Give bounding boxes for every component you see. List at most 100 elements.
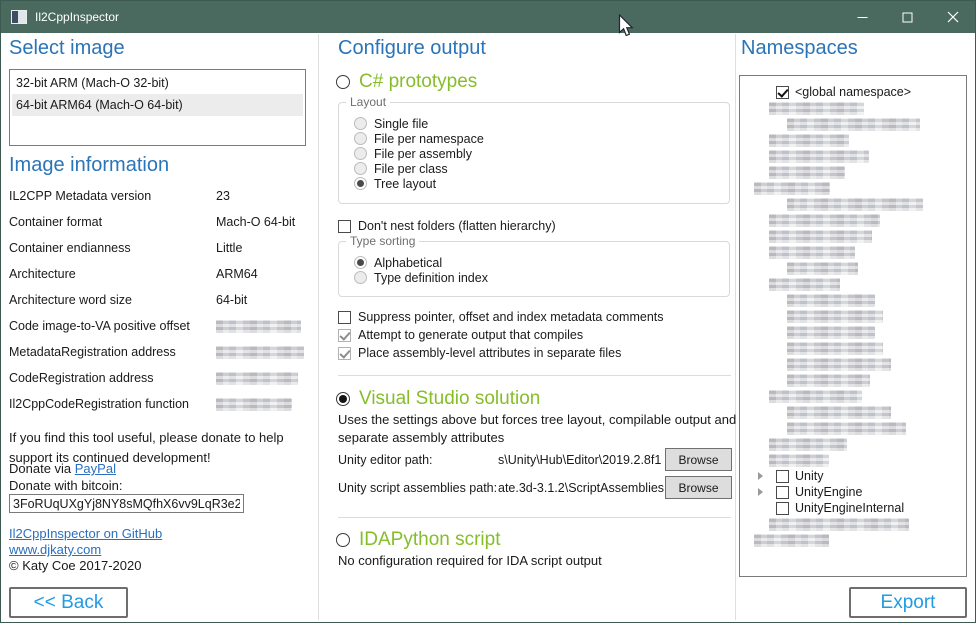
info-label: Container format <box>9 215 216 229</box>
checkbox-option[interactable]: Suppress pointer, offset and index metad… <box>338 308 664 326</box>
namespace-row[interactable] <box>740 372 966 388</box>
redacted-namespace <box>769 454 829 467</box>
namespace-row[interactable] <box>740 436 966 452</box>
image-listbox[interactable]: 32-bit ARM (Mach-O 32-bit)64-bit ARM64 (… <box>9 69 306 146</box>
redacted-namespace <box>769 246 855 259</box>
image-list-item[interactable]: 32-bit ARM (Mach-O 32-bit) <box>12 72 303 94</box>
namespace-row[interactable] <box>740 100 966 116</box>
namespace-row[interactable] <box>740 340 966 356</box>
namespace-row[interactable] <box>740 132 966 148</box>
visual-studio-option[interactable]: Visual Studio solution <box>336 388 540 410</box>
section-separator <box>338 517 731 518</box>
export-button[interactable]: Export <box>849 587 967 618</box>
namespace-row[interactable]: UnityEngineInternal <box>740 500 966 516</box>
path-row: Unity script assemblies path:ate.3d-3.1.… <box>338 476 732 499</box>
radio-option[interactable]: File per class <box>354 161 729 176</box>
browse-button[interactable]: Browse <box>665 448 732 471</box>
redacted-namespace <box>754 534 829 547</box>
namespace-row[interactable] <box>740 324 966 340</box>
namespace-row[interactable]: Unity <box>740 468 966 484</box>
namespaces-heading: Namespaces <box>741 37 858 60</box>
namespace-row[interactable]: UnityEngine <box>740 484 966 500</box>
namespace-checkbox[interactable] <box>776 470 789 483</box>
radio-option[interactable]: File per namespace <box>354 131 729 146</box>
checkbox-option[interactable]: Don't nest folders (flatten hierarchy) <box>338 217 556 235</box>
namespace-label: UnityEngineInternal <box>795 501 904 515</box>
minimize-button[interactable] <box>840 1 885 33</box>
namespace-row[interactable] <box>740 148 966 164</box>
redacted-namespace <box>787 262 858 275</box>
bitcoin-label: Donate with bitcoin: <box>9 478 122 493</box>
namespace-row[interactable] <box>740 260 966 276</box>
image-info-table: IL2CPP Metadata version23Container forma… <box>9 189 309 423</box>
radio-icon <box>354 117 367 130</box>
flatten-checkbox-container: Don't nest folders (flatten hierarchy) <box>338 217 556 235</box>
radio-icon <box>354 271 367 284</box>
bitcoin-address-input[interactable] <box>9 494 244 513</box>
checkbox-option[interactable]: Attempt to generate output that compiles <box>338 326 664 344</box>
idapython-option[interactable]: IDAPython script <box>336 529 501 551</box>
namespace-row[interactable] <box>740 516 966 532</box>
namespace-row[interactable] <box>740 116 966 132</box>
namespaces-tree[interactable]: <global namespace> UnityUnityEngineUnityE… <box>739 75 967 577</box>
redacted-namespace <box>787 198 923 211</box>
paypal-link[interactable]: PayPal <box>75 461 116 476</box>
title-bar[interactable]: Il2CppInspector <box>1 1 975 33</box>
type-sorting-options: AlphabeticalType definition index <box>339 242 729 285</box>
namespace-row[interactable] <box>740 388 966 404</box>
redacted-namespace <box>769 150 869 163</box>
redacted-namespace <box>769 230 872 243</box>
namespace-row[interactable] <box>740 308 966 324</box>
copyright-text: © Katy Coe 2017-2020 <box>9 558 141 573</box>
app-window: Il2CppInspector Select image 32-bit ARM … <box>0 0 976 623</box>
namespace-checkbox[interactable] <box>776 486 789 499</box>
website-link[interactable]: www.djkaty.com <box>9 542 101 557</box>
maximize-button[interactable] <box>885 1 930 33</box>
namespace-row[interactable] <box>740 164 966 180</box>
redacted-namespace <box>769 134 849 147</box>
radio-label: File per assembly <box>374 147 472 161</box>
radio-option[interactable]: File per assembly <box>354 146 729 161</box>
namespace-row[interactable] <box>740 420 966 436</box>
namespace-row[interactable] <box>740 404 966 420</box>
csharp-prototypes-option[interactable]: C# prototypes <box>336 71 477 93</box>
namespace-checkbox[interactable] <box>776 86 789 99</box>
namespace-row[interactable] <box>740 180 966 196</box>
info-label: MetadataRegistration address <box>9 345 216 359</box>
layout-group-label: Layout <box>346 95 390 109</box>
namespace-row[interactable] <box>740 452 966 468</box>
visual-studio-label: Visual Studio solution <box>359 388 540 410</box>
back-button[interactable]: << Back <box>9 587 128 618</box>
idapython-label: IDAPython script <box>359 529 501 551</box>
path-row: Unity editor path:s\Unity\Hub\Editor\201… <box>338 448 732 471</box>
layout-groupbox: Layout Single fileFile per namespaceFile… <box>338 102 730 204</box>
radio-label: File per class <box>374 162 448 176</box>
radio-option[interactable]: Type definition index <box>354 270 729 285</box>
chevron-right-icon[interactable] <box>756 485 770 499</box>
redacted-namespace <box>769 214 880 227</box>
namespace-row[interactable] <box>740 532 966 548</box>
namespace-checkbox[interactable] <box>776 502 789 515</box>
radio-option[interactable]: Alphabetical <box>354 255 729 270</box>
namespace-row[interactable] <box>740 292 966 308</box>
checkbox-icon <box>338 329 351 342</box>
namespace-row[interactable]: <global namespace> <box>740 84 966 100</box>
checkbox-option[interactable]: Place assembly-level attributes in separ… <box>338 344 664 362</box>
redacted-namespace <box>769 390 862 403</box>
github-link[interactable]: Il2CppInspector on GitHub <box>9 526 162 541</box>
namespace-row[interactable] <box>740 244 966 260</box>
namespace-row[interactable] <box>740 228 966 244</box>
radio-option[interactable]: Single file <box>354 116 729 131</box>
close-icon <box>947 11 959 23</box>
namespace-row[interactable] <box>740 212 966 228</box>
radio-option[interactable]: Tree layout <box>354 176 729 191</box>
image-list-item[interactable]: 64-bit ARM64 (Mach-O 64-bit) <box>12 94 303 116</box>
namespace-row[interactable] <box>740 276 966 292</box>
column-separator <box>735 34 736 620</box>
chevron-right-icon[interactable] <box>756 469 770 483</box>
close-button[interactable] <box>930 1 975 33</box>
checkbox-icon <box>338 347 351 360</box>
namespace-row[interactable] <box>740 196 966 212</box>
namespace-row[interactable] <box>740 356 966 372</box>
browse-button[interactable]: Browse <box>665 476 732 499</box>
